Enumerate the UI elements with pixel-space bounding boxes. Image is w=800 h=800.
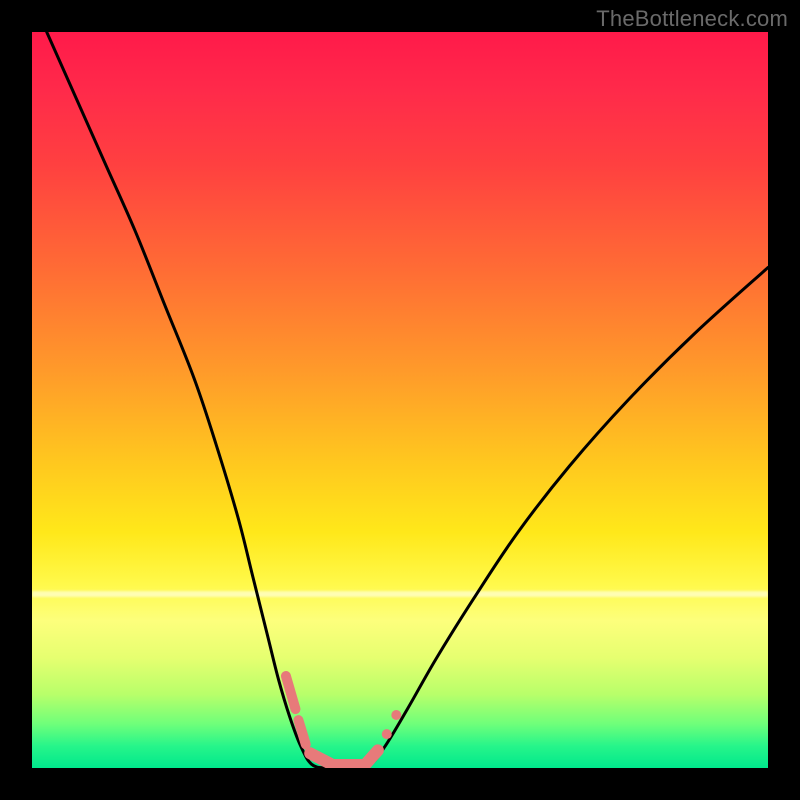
curves-layer xyxy=(32,32,768,768)
chart-frame: TheBottleneck.com xyxy=(0,0,800,800)
watermark-text: TheBottleneck.com xyxy=(596,6,788,32)
marker-dot xyxy=(391,710,401,720)
plot-area xyxy=(32,32,768,768)
marker-dot xyxy=(382,729,392,739)
marker-pill xyxy=(298,720,305,744)
marker-pill xyxy=(310,753,330,763)
curve-path xyxy=(47,32,768,768)
marker-pill xyxy=(286,676,296,709)
marker-pill xyxy=(366,750,378,763)
bottleneck-curve xyxy=(47,32,768,768)
